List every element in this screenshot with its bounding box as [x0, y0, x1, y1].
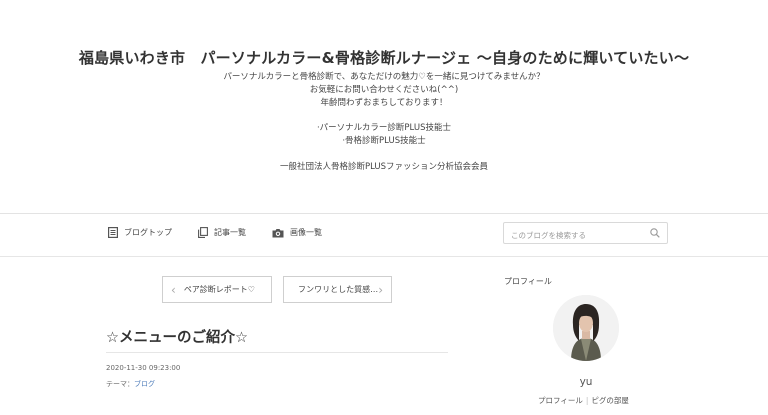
blog-nav: ブログトップ 記事一覧 画像一覧	[0, 214, 768, 257]
blog-description: パーソナルカラーと骨格診断で、あなただけの魅力♡を一緒に見つけてみませんか？ お…	[0, 71, 768, 173]
blog-search-input[interactable]	[504, 225, 646, 246]
profile-link[interactable]: プロフィール	[538, 396, 583, 405]
entry-title[interactable]: ☆メニューのご紹介☆	[106, 326, 248, 347]
entry-date: 2020-11-30 09:23:00	[106, 364, 181, 372]
avatar-image	[553, 295, 619, 361]
next-entry-button[interactable]: フンワリとした質感… ›	[283, 276, 392, 303]
description-line: 年齢問わずおまちしております！	[320, 97, 448, 108]
description-line: ·骨格診断PLUS技能士	[342, 135, 426, 146]
nav-blog-top[interactable]: ブログトップ	[108, 227, 172, 238]
prev-entry-button[interactable]: ‹ ペア診断レポート♡	[162, 276, 272, 303]
entry-theme-link[interactable]: ブログ	[134, 380, 155, 388]
description-line	[0, 148, 768, 161]
articles-icon	[198, 227, 208, 238]
description-line: お気軽にお問い合わせくださいね(^^)	[309, 84, 459, 95]
chevron-left-icon: ‹	[171, 282, 176, 297]
nav-blog-top-label: ブログトップ	[124, 228, 172, 237]
blog-header: 福島県いわき市 パーソナルカラー&骨格診断ルナージェ 〜自身のために輝いていたい…	[0, 0, 768, 214]
avatar[interactable]	[553, 295, 619, 361]
link-separator: |	[585, 396, 589, 405]
next-entry-label: フンワリとした質感…	[298, 285, 379, 294]
blog-search	[503, 222, 668, 246]
description-line: 一般社団法人骨格診断PLUSファッション分析協会会員	[279, 161, 489, 172]
entry-theme-label: テーマ：	[106, 380, 134, 388]
blog-title[interactable]: 福島県いわき市 パーソナルカラー&骨格診断ルナージェ 〜自身のために輝いていたい…	[0, 47, 768, 68]
profile-links: プロフィール | ピグの部屋	[538, 395, 629, 406]
prev-entry-label: ペア診断レポート♡	[183, 285, 255, 294]
nav-article-list[interactable]: 記事一覧	[198, 227, 246, 238]
chevron-right-icon: ›	[378, 283, 383, 297]
profile-heading: プロフィール	[504, 277, 552, 286]
nav-image-list-label: 画像一覧	[290, 228, 322, 237]
description-line: ·パーソナルカラー診断PLUS技能士	[316, 123, 451, 134]
nav-image-list[interactable]: 画像一覧	[272, 227, 322, 238]
pig-room-link[interactable]: ピグの部屋	[591, 396, 629, 405]
nav-article-list-label: 記事一覧	[214, 228, 246, 237]
profile-name[interactable]: yu	[575, 376, 597, 388]
camera-icon	[272, 228, 284, 237]
entry-divider	[106, 352, 448, 353]
description-line: パーソナルカラーと骨格診断で、あなただけの魅力♡を一緒に見つけてみませんか？	[223, 72, 545, 82]
entry-theme: テーマ：ブログ	[106, 379, 155, 389]
description-line	[0, 109, 768, 122]
search-icon[interactable]	[650, 228, 660, 238]
blog-top-icon	[108, 227, 118, 238]
